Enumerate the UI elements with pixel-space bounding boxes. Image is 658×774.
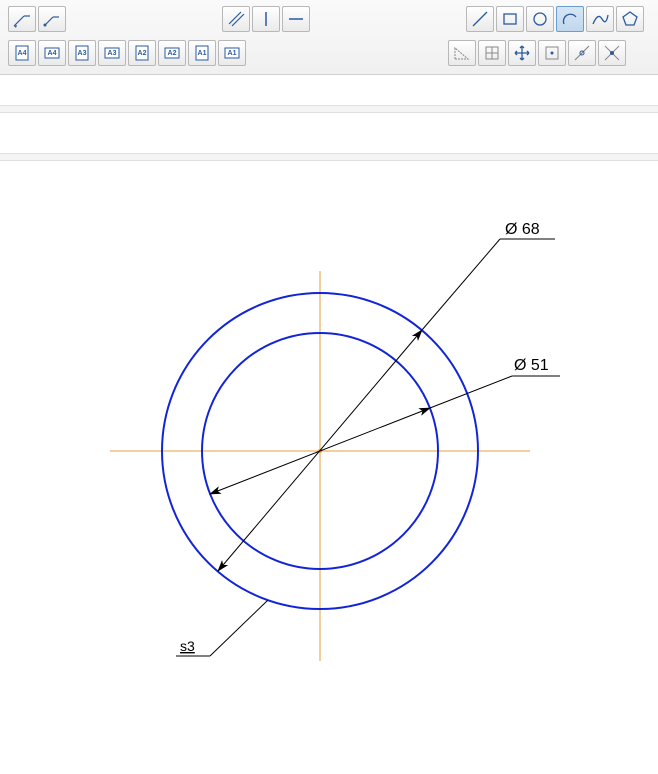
dim-inner-label: Ø 51 bbox=[514, 357, 549, 374]
btn-paper-a4-1[interactable]: A4 bbox=[8, 40, 36, 66]
separator-bar-2 bbox=[0, 153, 658, 161]
toolbar: A4 A4 A3 A3 A2 A2 A1 A1 bbox=[0, 0, 658, 75]
btn-paper-a1-2[interactable]: A1 bbox=[218, 40, 246, 66]
dim-diameter-inner[interactable]: Ø 51 bbox=[210, 357, 560, 494]
btn-dim-leader-2[interactable] bbox=[38, 6, 66, 32]
btn-draw-line[interactable] bbox=[466, 6, 494, 32]
btn-paper-a4-2[interactable]: A4 bbox=[38, 40, 66, 66]
group-draw-tools bbox=[464, 4, 646, 34]
center-axes bbox=[110, 271, 530, 661]
btn-snap-angle[interactable] bbox=[448, 40, 476, 66]
surface-label: s3 bbox=[180, 638, 195, 654]
group-leader-tools bbox=[6, 4, 68, 34]
btn-snap-edge[interactable] bbox=[568, 40, 596, 66]
btn-snap-intersection[interactable] bbox=[598, 40, 626, 66]
btn-snap-grid[interactable] bbox=[478, 40, 506, 66]
separator-bar-1 bbox=[0, 105, 658, 113]
btn-paper-a2-1[interactable]: A2 bbox=[128, 40, 156, 66]
btn-dim-leader-1[interactable] bbox=[8, 6, 36, 32]
btn-paper-a3-1[interactable]: A3 bbox=[68, 40, 96, 66]
btn-draw-rect[interactable] bbox=[496, 6, 524, 32]
group-constraints bbox=[220, 4, 312, 34]
btn-paper-a1-1[interactable]: A1 bbox=[188, 40, 216, 66]
btn-paper-a3-2[interactable]: A3 bbox=[98, 40, 126, 66]
btn-draw-arc[interactable] bbox=[556, 6, 584, 32]
btn-draw-circle[interactable] bbox=[526, 6, 554, 32]
btn-constraint-horizontal[interactable] bbox=[282, 6, 310, 32]
btn-constraint-vertical[interactable] bbox=[252, 6, 280, 32]
group-paper-sizes: A4 A4 A3 A3 A2 A2 A1 A1 bbox=[6, 38, 248, 68]
dim-diameter-outer[interactable]: Ø 68 bbox=[218, 221, 555, 571]
drawing-canvas[interactable]: Ø 68 Ø 51 s3 bbox=[0, 161, 658, 741]
btn-constraint-parallel[interactable] bbox=[222, 6, 250, 32]
btn-move-free[interactable] bbox=[508, 40, 536, 66]
group-snap-tools bbox=[446, 38, 628, 68]
btn-paper-a2-2[interactable]: A2 bbox=[158, 40, 186, 66]
btn-draw-spline[interactable] bbox=[586, 6, 614, 32]
btn-draw-polygon[interactable] bbox=[616, 6, 644, 32]
surface-note[interactable]: s3 bbox=[176, 600, 268, 656]
dim-outer-label: Ø 68 bbox=[505, 221, 540, 238]
btn-snap-point[interactable] bbox=[538, 40, 566, 66]
